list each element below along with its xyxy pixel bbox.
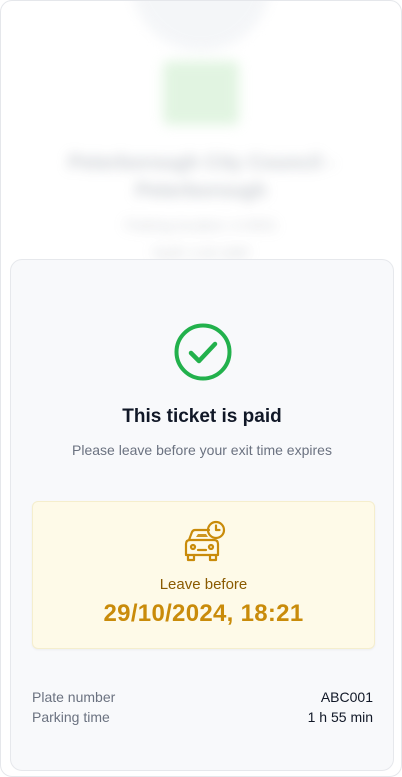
leave-before-time: 29/10/2024, 18:21 xyxy=(103,600,304,627)
status-title: This ticket is paid xyxy=(122,406,282,427)
status-subtitle: Please leave before your exit time expir… xyxy=(72,442,332,458)
detail-row-parking-time: Parking time 1 h 55 min xyxy=(32,709,373,725)
car-clock-icon xyxy=(180,518,228,564)
background-header-shape xyxy=(131,1,271,51)
parking-time-value: 1 h 55 min xyxy=(307,709,373,725)
leave-before-box: Leave before 29/10/2024, 18:21 xyxy=(32,501,375,649)
plate-number-value: ABC001 xyxy=(320,689,373,705)
paid-ticket-sheet: This ticket is paid Please leave before … xyxy=(10,259,394,771)
leave-before-label: Leave before xyxy=(159,576,248,593)
detail-row-plate: Plate number ABC001 xyxy=(32,689,373,705)
app-frame: Peterborough City Council - Peterborough… xyxy=(0,0,402,777)
parking-time-label: Parking time xyxy=(32,709,110,725)
location-meta: Parking location: A-0001 xyxy=(125,217,277,233)
plate-number-label: Plate number xyxy=(32,689,116,705)
council-logo xyxy=(163,61,239,125)
check-circle-icon xyxy=(173,322,233,382)
location-title: Peterborough City Council - Peterborough xyxy=(68,152,334,202)
